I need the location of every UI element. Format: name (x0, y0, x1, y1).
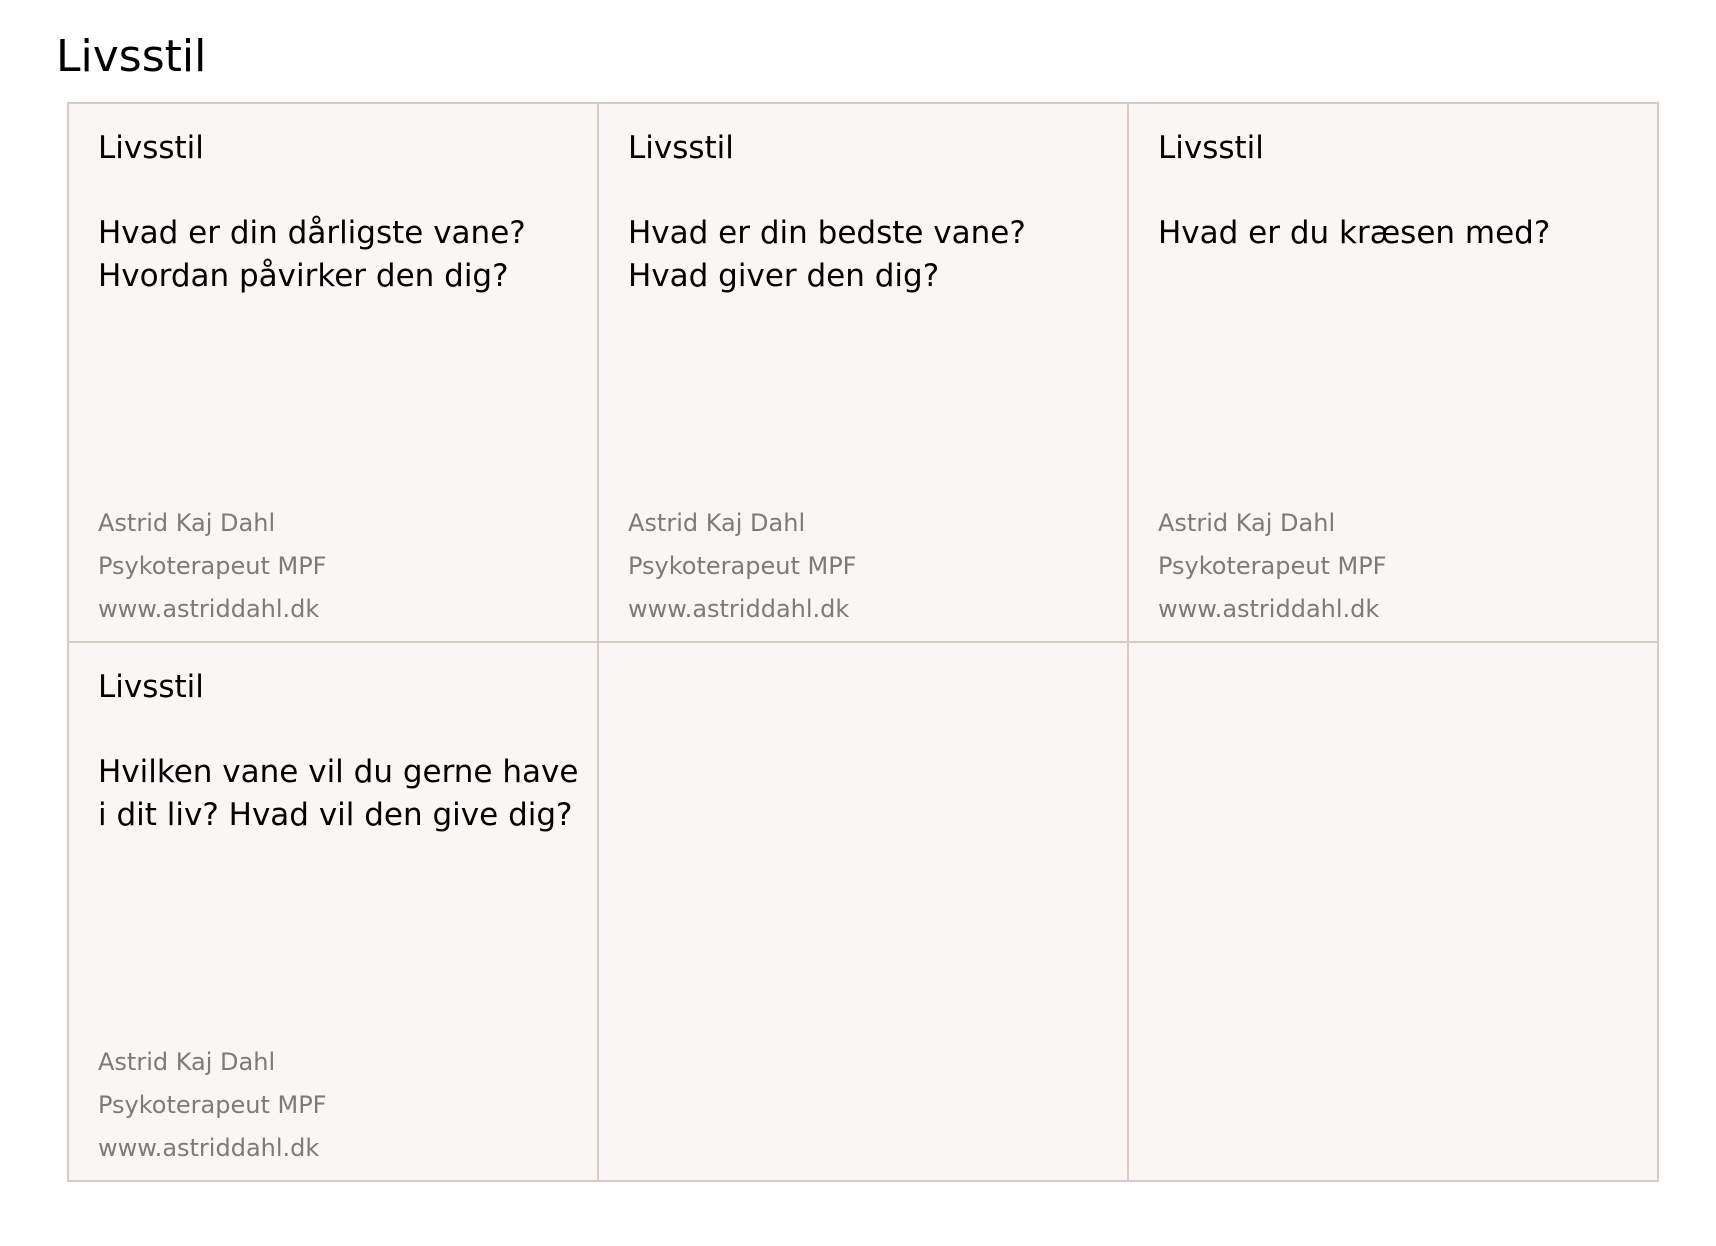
card-category: Livsstil (628, 130, 734, 166)
card-footer: Astrid Kaj Dahl Psykoterapeut MPF www.as… (98, 502, 326, 631)
author-name: Astrid Kaj Dahl (628, 509, 806, 537)
card-question: Hvad er du kræsen med? (1158, 215, 1551, 251)
card-footer: Astrid Kaj Dahl Psykoterapeut MPF www.as… (628, 502, 856, 631)
author-profession: Psykoterapeut MPF (98, 1091, 327, 1119)
card-footer: Astrid Kaj Dahl Psykoterapeut MPF www.as… (1158, 502, 1386, 631)
author-name: Astrid Kaj Dahl (1158, 509, 1336, 537)
card-grid: Livsstil Hvad er din dårligste vane? Hvo… (67, 102, 1659, 1182)
card-question: Hvilken vane vil du gerne have i dit liv… (98, 754, 579, 833)
author-website: www.astriddahl.dk (98, 1134, 320, 1162)
empty-card (599, 643, 1129, 1182)
empty-card (1129, 643, 1659, 1182)
author-profession: Psykoterapeut MPF (1158, 552, 1387, 580)
question-card: Livsstil Hvad er din bedste vane? Hvad g… (599, 104, 1129, 643)
card-footer: Astrid Kaj Dahl Psykoterapeut MPF www.as… (98, 1041, 326, 1170)
card-category: Livsstil (98, 669, 204, 705)
card-category: Livsstil (1158, 130, 1264, 166)
question-card: Livsstil Hvilken vane vil du gerne have … (69, 643, 599, 1182)
author-profession: Psykoterapeut MPF (628, 552, 857, 580)
author-name: Astrid Kaj Dahl (98, 509, 276, 537)
page-title: Livsstil (56, 31, 207, 82)
author-profession: Psykoterapeut MPF (98, 552, 327, 580)
question-card: Livsstil Hvad er din dårligste vane? Hvo… (69, 104, 599, 643)
author-website: www.astriddahl.dk (98, 595, 320, 623)
card-question: Hvad er din dårligste vane? Hvordan påvi… (98, 215, 526, 294)
author-website: www.astriddahl.dk (1158, 595, 1380, 623)
author-name: Astrid Kaj Dahl (98, 1048, 276, 1076)
question-card: Livsstil Hvad er du kræsen med? Astrid K… (1129, 104, 1659, 643)
card-category: Livsstil (98, 130, 204, 166)
card-question: Hvad er din bedste vane? Hvad giver den … (628, 215, 1026, 294)
author-website: www.astriddahl.dk (628, 595, 850, 623)
